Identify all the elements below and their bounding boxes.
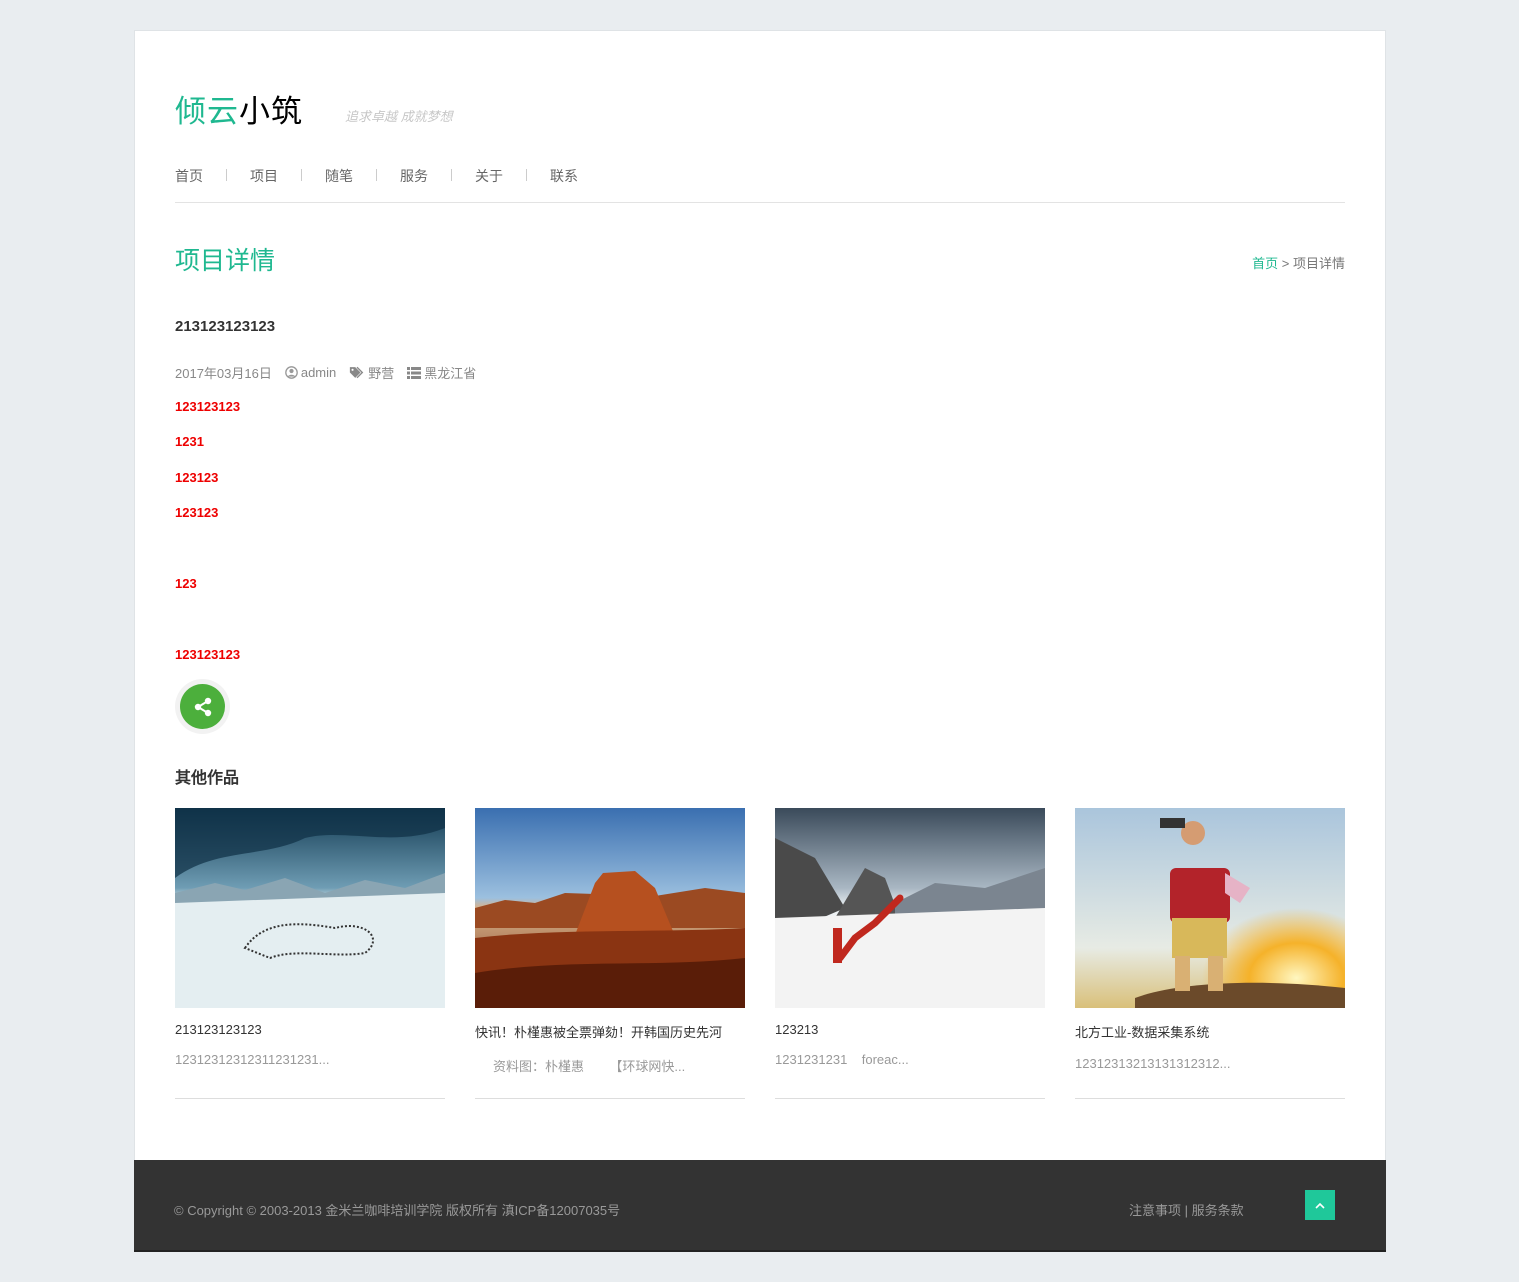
tags-icon [349,366,365,379]
nav-item-contact[interactable]: 联系 [550,166,578,186]
work-title[interactable]: 北方工业-数据采集系统 [1075,1022,1345,1041]
main-nav: 首页 项目 随笔 服务 关于 联系 [175,166,578,186]
footer-links: 注意事项 | 服务条款 [1129,1200,1244,1219]
page-container: 倾云小筑 追求卓越 成就梦想 首页 项目 随笔 服务 关于 联系 项目详情 首页… [134,30,1386,1252]
work-card[interactable]: 123213 1231231231 foreac... [775,808,1045,1099]
breadcrumb-home-link[interactable]: 首页 [1252,256,1278,271]
post-content-line: 123123123 [175,647,241,662]
breadcrumb: 首页 > 项目详情 [1252,253,1345,272]
nav-separator [376,169,377,181]
post-category[interactable]: 黑龙江省 [424,363,476,382]
post-title: 213123123123 [175,318,276,335]
card-divider [175,1098,445,1099]
work-card[interactable]: 213123123123 12312312312311231231... [175,808,445,1099]
post-content-line: 123123 [175,505,219,520]
nav-separator [301,169,302,181]
site-logo[interactable]: 倾云小筑 [175,86,303,131]
post-content-line: 123123123 [175,399,241,414]
logo-part2: 小筑 [239,94,303,130]
user-icon [285,366,298,379]
nav-item-projects[interactable]: 项目 [250,166,278,186]
breadcrumb-current: 项目详情 [1292,256,1345,271]
nav-item-about[interactable]: 关于 [475,166,503,186]
card-divider [775,1098,1045,1099]
work-excerpt: 12312312312311231231... [175,1052,330,1067]
work-title[interactable]: 快讯！朴槿惠被全票弹劾！开韩国历史先河 [475,1022,745,1041]
post-content-line: 1231 [175,434,204,449]
work-excerpt: 资料图：朴槿惠 【环球网快... [475,1059,686,1074]
logo-part1: 倾云 [175,94,239,130]
post-date: 2017年03月16日 [175,366,272,381]
work-title[interactable]: 213123123123 [175,1022,445,1037]
work-excerpt: 1231231231 foreac... [775,1052,909,1067]
list-icon [407,366,422,379]
work-card[interactable]: 北方工业-数据采集系统 12312313213131312312... [1075,808,1345,1099]
breadcrumb-separator: > [1278,256,1293,271]
nav-item-home[interactable]: 首页 [175,166,203,186]
work-thumbnail-snow-line[interactable] [775,808,1045,1008]
nav-item-notes[interactable]: 随笔 [325,166,353,186]
site-footer: © Copyright © 2003-2013 金米兰咖啡培训学院 版权所有 滇… [134,1160,1386,1252]
chevron-up-icon [1315,1202,1325,1209]
nav-separator [526,169,527,181]
work-title[interactable]: 123213 [775,1022,1045,1037]
nav-separator [226,169,227,181]
work-thumbnail-desert[interactable] [475,808,745,1008]
page-title: 项目详情 [175,247,276,275]
post-content-line: 123 [175,576,197,591]
share-icon [180,684,225,729]
footer-link-notes[interactable]: 注意事项 [1129,1203,1181,1218]
copyright-text: © Copyright © 2003-2013 金米兰咖啡培训学院 版权所有 滇… [174,1203,621,1218]
share-button[interactable] [175,679,230,734]
post-tag[interactable]: 野营 [368,363,394,382]
post-meta: 2017年03月16日 admin 野营 黑龙江省 [175,363,476,382]
footer-link-separator: | [1181,1203,1192,1218]
footer-link-terms[interactable]: 服务条款 [1192,1203,1244,1218]
card-divider [1075,1098,1345,1099]
post-content-line: 123123 [175,470,219,485]
nav-separator [451,169,452,181]
other-works-heading: 其他作品 [175,770,240,787]
card-divider [475,1098,745,1099]
work-excerpt: 12312313213131312312... [1075,1056,1231,1071]
site-slogan: 追求卓越 成就梦想 [345,109,453,124]
work-thumbnail-hiker[interactable] [1075,808,1345,1008]
back-to-top-button[interactable] [1305,1190,1335,1220]
nav-item-services[interactable]: 服务 [400,166,428,186]
work-thumbnail-snowfield[interactable] [175,808,445,1008]
post-author[interactable]: admin [301,365,336,380]
work-card[interactable]: 快讯！朴槿惠被全票弹劾！开韩国历史先河 资料图：朴槿惠 【环球网快... [475,808,745,1099]
nav-divider [175,202,1345,203]
